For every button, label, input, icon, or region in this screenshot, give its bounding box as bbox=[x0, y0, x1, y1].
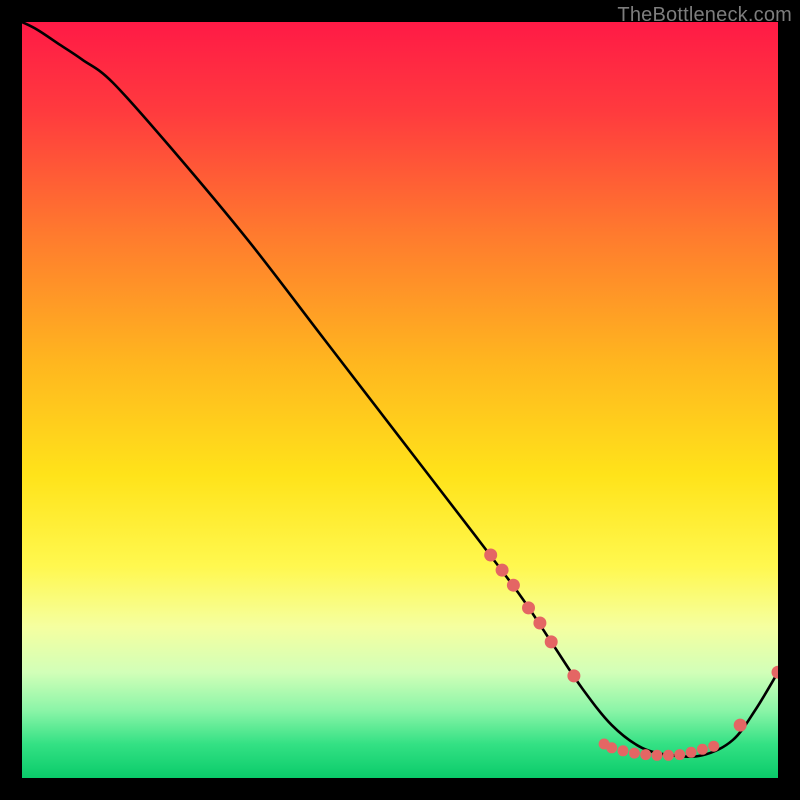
marker-dot bbox=[629, 748, 640, 759]
marker-dot bbox=[640, 749, 651, 760]
marker-dot bbox=[686, 747, 697, 758]
marker-dot bbox=[567, 669, 580, 682]
marker-dot bbox=[697, 744, 708, 755]
marker-dot bbox=[533, 617, 546, 630]
marker-dot bbox=[663, 750, 674, 761]
marker-dot bbox=[618, 745, 629, 756]
marker-dot bbox=[545, 635, 558, 648]
marker-dot bbox=[652, 750, 663, 761]
marker-dot bbox=[496, 564, 509, 577]
marker-dot bbox=[606, 742, 617, 753]
marker-dot bbox=[522, 601, 535, 614]
marker-dot bbox=[708, 741, 719, 752]
marker-dot bbox=[674, 749, 685, 760]
heat-bg bbox=[22, 22, 778, 778]
marker-dot bbox=[484, 549, 497, 562]
marker-dot bbox=[734, 719, 747, 732]
chart-svg bbox=[22, 22, 778, 778]
plot-area bbox=[22, 22, 778, 778]
marker-dot bbox=[507, 579, 520, 592]
chart-stage: TheBottleneck.com bbox=[0, 0, 800, 800]
